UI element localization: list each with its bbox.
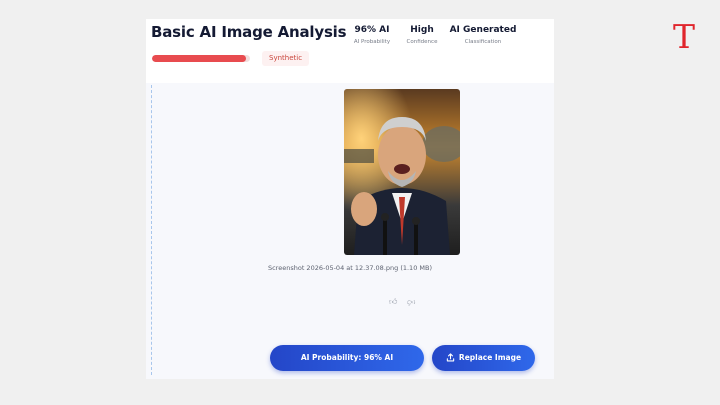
stat-value: 96% AI (354, 25, 390, 35)
ai-probability-fill (152, 55, 247, 62)
stat-label: Confidence (406, 39, 438, 45)
stat-confidence: High Confidence (402, 25, 442, 45)
dashed-divider (151, 85, 152, 375)
stat-value: AI Generated (449, 25, 517, 35)
uploaded-image (344, 89, 460, 255)
ai-probability-button-label: AI Probability: 96% AI (300, 353, 394, 362)
page-title: Basic AI Image Analysis (151, 23, 347, 41)
replace-image-button-label: Replace Image (458, 353, 522, 362)
analysis-header: Basic AI Image Analysis Synthetic 96% AI… (146, 19, 554, 83)
verdict-badge: Synthetic (262, 51, 310, 66)
stat-label: AI Probability (353, 39, 391, 45)
image-filename: Screenshot 2026-05-04 at 12.37.08.png (1… (267, 264, 432, 272)
replace-image-button[interactable]: Replace Image (432, 345, 535, 371)
ai-probability-button[interactable]: AI Probability: 96% AI (270, 345, 424, 371)
stat-ai-probability: 96% AI AI Probability (350, 25, 394, 45)
upload-icon (446, 352, 455, 361)
analysis-card: Basic AI Image Analysis Synthetic 96% AI… (146, 19, 554, 379)
stat-label: Classification (464, 39, 502, 45)
thumbs-up-icon[interactable]: 👍︎ (389, 297, 397, 307)
uploaded-image-graphic (344, 89, 460, 255)
stat-value: High (410, 25, 434, 35)
brand-logo: T (673, 17, 696, 56)
thumbs-down-icon[interactable]: 👍︎ (407, 297, 415, 307)
ai-probability-bar (152, 55, 250, 62)
stat-classification: AI Generated Classification (448, 25, 518, 45)
